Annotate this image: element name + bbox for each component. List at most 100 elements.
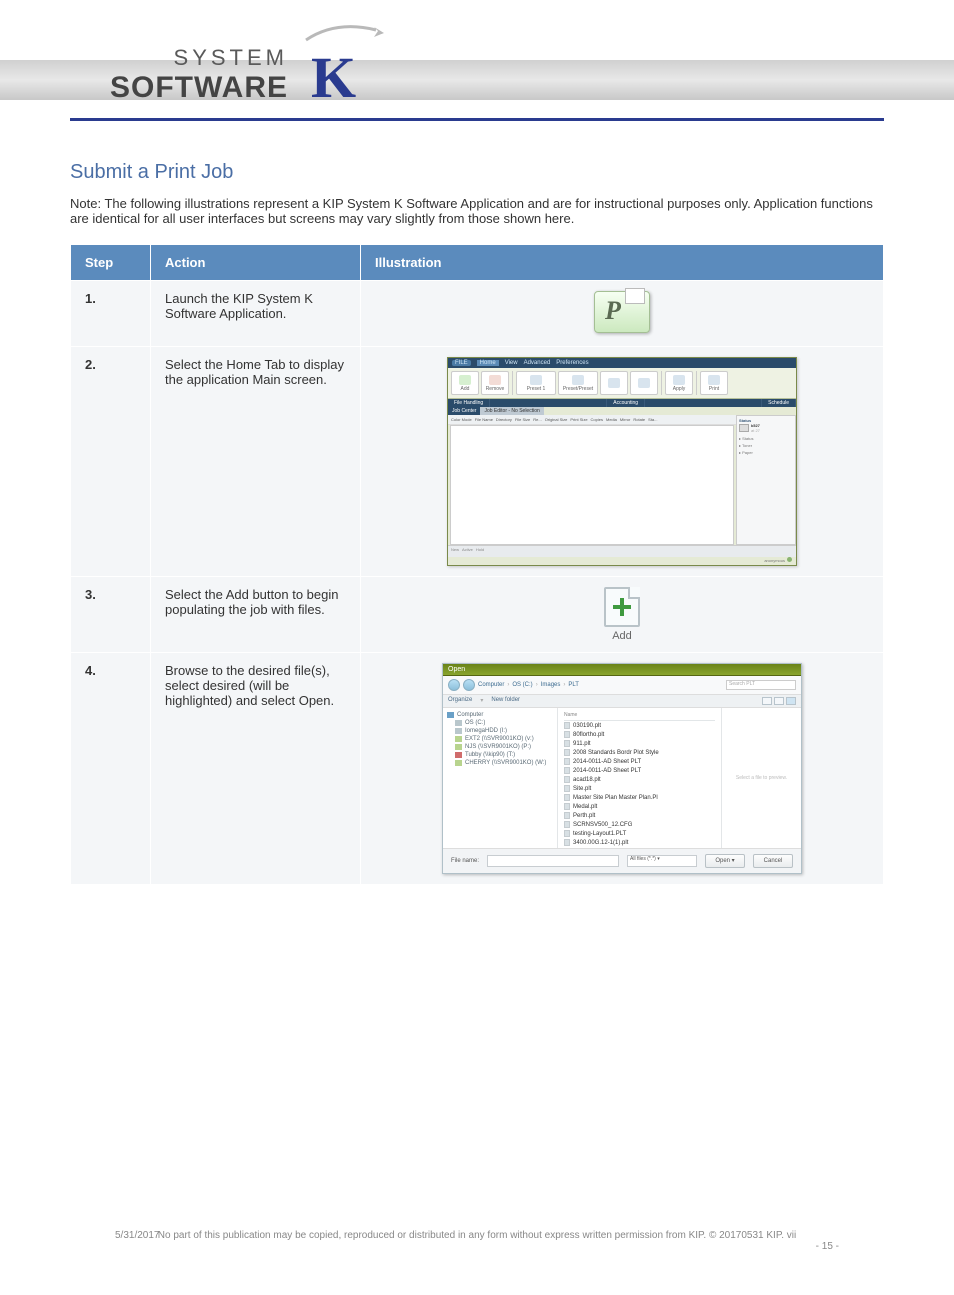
network-drive-icon	[455, 736, 462, 742]
tab-job-center[interactable]: Job Center	[448, 407, 480, 415]
toolbar-button[interactable]	[600, 371, 628, 395]
filename-input[interactable]	[487, 855, 619, 867]
app-launch-icon[interactable]	[594, 291, 650, 333]
step-description: Launch the KIP System K Software Applica…	[151, 281, 361, 347]
footer-page: - 15 -	[816, 1241, 839, 1252]
logo-system-text: SYSTEM	[110, 45, 288, 71]
file-icon	[564, 740, 570, 747]
step-number: 3.	[71, 577, 151, 653]
help-button[interactable]	[786, 697, 796, 705]
file-list[interactable]: Name 030190.plt 80flortho.plt 911.plt 20…	[558, 708, 721, 848]
step-description: Select the Home Tab to display the appli…	[151, 347, 361, 577]
file-open-dialog: Open Computer› OS (C:)› Images› PLT Sear…	[442, 663, 802, 874]
logo-software-text: SOFTWARE	[110, 71, 288, 105]
file-type-select[interactable]: All files (*.*) ▾	[627, 855, 697, 867]
menu-advanced[interactable]: Advanced	[524, 360, 551, 366]
plus-icon	[613, 598, 631, 616]
toolbar-button[interactable]: Preset/Preset	[558, 371, 598, 395]
add-label: Add	[612, 630, 632, 642]
header-illustration: Illustration	[361, 245, 884, 281]
open-button[interactable]: Open ▾	[705, 854, 745, 868]
table-row: 3. Select the Add button to begin popula…	[71, 577, 884, 653]
status-indicator-icon	[787, 557, 792, 562]
header-step: Step	[71, 245, 151, 281]
steps-table: Step Action Illustration 1. Launch the K…	[70, 244, 884, 885]
table-row: 4. Browse to the desired file(s), select…	[71, 653, 884, 885]
nav-forward-button[interactable]	[463, 679, 475, 691]
tab-job-editor[interactable]: Job Editor - No Selection	[480, 407, 543, 415]
file-icon	[564, 776, 570, 783]
toolbar-button[interactable]	[630, 371, 658, 395]
new-folder-button[interactable]: New folder	[491, 697, 520, 705]
step-description: Select the Add button to begin populatin…	[151, 577, 361, 653]
organize-menu[interactable]: Organize	[448, 697, 472, 705]
menu-file[interactable]: FILE	[452, 360, 471, 366]
step-number: 1.	[71, 281, 151, 347]
logo-k-mark: K	[296, 25, 396, 105]
step-number: 2.	[71, 347, 151, 577]
table-row: 1. Launch the KIP System K Software Appl…	[71, 281, 884, 347]
menu-view[interactable]: View	[505, 360, 518, 366]
filename-label: File name:	[451, 858, 479, 864]
toolbar-preset-button[interactable]: Preset 1	[516, 371, 556, 395]
table-header-row: Step Action Illustration	[71, 245, 884, 281]
table-row: 2. Select the Home Tab to display the ap…	[71, 347, 884, 577]
breadcrumb[interactable]: Computer	[478, 682, 504, 688]
header-action: Action	[151, 245, 361, 281]
file-icon	[564, 767, 570, 774]
status-panel: Status k527at 27 ▸ Status ▸ Toner ▸ Pape…	[736, 415, 796, 545]
drive-icon	[455, 728, 462, 734]
bottom-tabs: New Active Hold	[448, 545, 796, 557]
file-icon	[564, 812, 570, 819]
column-headers: Color Mode File Name Directory File Size…	[448, 415, 736, 425]
step-description: Browse to the desired file(s), select de…	[151, 653, 361, 885]
computer-icon	[447, 712, 454, 718]
file-icon	[564, 839, 570, 846]
cancel-button[interactable]: Cancel	[753, 854, 793, 868]
file-icon	[564, 722, 570, 729]
app-toolbar: Add Remove Preset 1 Preset/Preset Apply …	[448, 368, 796, 399]
toolbar-print-button[interactable]: Print	[700, 371, 728, 395]
nav-back-button[interactable]	[448, 679, 460, 691]
logo: SYSTEM SOFTWARE K	[110, 25, 396, 105]
add-button[interactable]	[604, 587, 640, 627]
footer-date: 5/31/2017	[115, 1230, 160, 1241]
search-input[interactable]: Search PLT	[726, 680, 796, 690]
folder-tree[interactable]: Computer OS (C:) IomegaHDD (I:) EXT2 (\\…	[443, 708, 558, 848]
tab-new[interactable]: New	[451, 547, 459, 556]
page-footer: 5/31/2017 No part of this publication ma…	[0, 1230, 954, 1241]
file-icon	[564, 731, 570, 738]
file-icon	[564, 785, 570, 792]
file-icon	[564, 830, 570, 837]
menu-home[interactable]: Home	[477, 360, 499, 366]
breadcrumb[interactable]: Images	[541, 682, 561, 688]
file-icon	[564, 794, 570, 801]
dialog-location-bar: Computer› OS (C:)› Images› PLT Search PL…	[443, 676, 801, 695]
view-button[interactable]	[762, 697, 772, 705]
breadcrumb[interactable]: OS (C:)	[512, 682, 532, 688]
file-icon	[564, 821, 570, 828]
network-drive-icon	[455, 744, 462, 750]
app-menubar: FILE Home View Advanced Preferences	[448, 358, 796, 368]
preview-pane: Select a file to preview.	[721, 708, 801, 848]
dialog-title: Open	[443, 664, 801, 676]
menu-preferences[interactable]: Preferences	[556, 360, 588, 366]
column-header-name: Name	[564, 711, 715, 721]
toolbar-remove-button[interactable]: Remove	[481, 371, 509, 395]
tab-hold[interactable]: Hold	[476, 547, 484, 556]
step-number: 4.	[71, 653, 151, 885]
file-icon	[564, 749, 570, 756]
section-title: Submit a Print Job	[70, 161, 884, 184]
view-button[interactable]	[774, 697, 784, 705]
breadcrumb[interactable]: PLT	[568, 682, 579, 688]
tab-active[interactable]: Active	[462, 547, 473, 556]
network-drive-icon	[455, 760, 462, 766]
network-drive-icon	[455, 752, 462, 758]
toolbar-apply-button[interactable]: Apply	[665, 371, 693, 395]
app-window-screenshot: FILE Home View Advanced Preferences Add …	[447, 357, 797, 566]
ribbon-group-labels: File Handling Accounting Schedule	[448, 399, 796, 407]
job-list[interactable]	[450, 425, 734, 545]
toolbar-add-button[interactable]: Add	[451, 371, 479, 395]
file-icon	[564, 803, 570, 810]
svg-text:K: K	[311, 45, 356, 105]
